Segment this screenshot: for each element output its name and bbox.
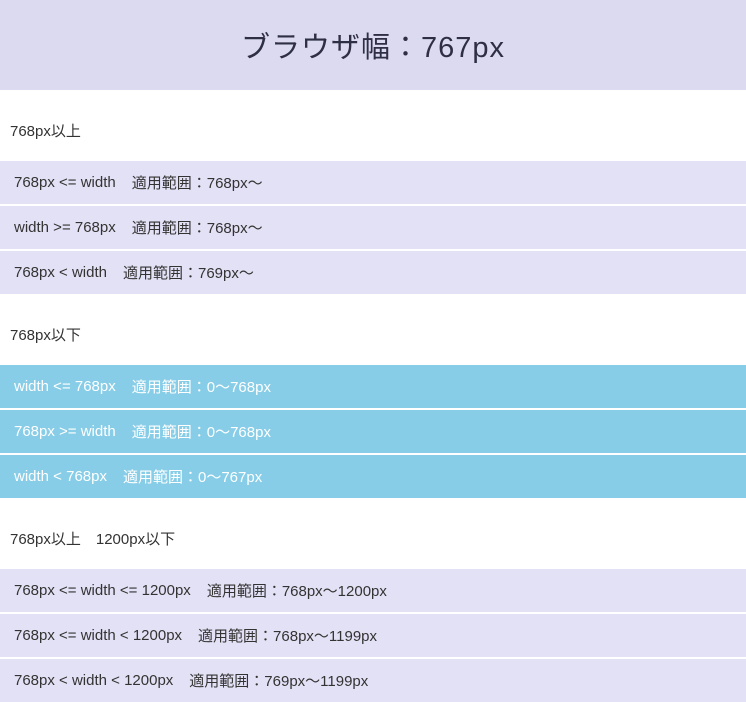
applied-range-label: 適用範囲：0～768px (131, 379, 271, 396)
condition-label: 768px <= width < 1200px (14, 627, 183, 644)
page-header: ブラウザ幅：767px (0, 0, 746, 90)
applied-range-label: 適用範囲：0～767px (122, 469, 263, 486)
media-query-row-active: 768px >= width 適用範囲：0～768px (0, 410, 746, 453)
section-heading: 768px以上 (10, 123, 81, 140)
applied-range-label: 適用範囲：768px～1199px (198, 628, 378, 645)
media-query-row: 768px < width < 1200px 適用範囲：769px～1199px (0, 659, 746, 702)
section-max-width: 768px以下 width <= 768px 適用範囲：0～768px 768p… (0, 324, 746, 498)
media-query-row: 768px <= width <= 1200px 適用範囲：768px～1200… (0, 569, 746, 612)
applied-range-label: 適用範囲：0～768px (131, 424, 271, 441)
section-heading: 768px以上 1200px以下 (10, 531, 176, 548)
condition-label: 768px < width < 1200px (14, 672, 174, 689)
applied-range-label: 適用範囲：768px～ (131, 220, 263, 237)
media-query-row: 768px <= width 適用範囲：768px～ (0, 161, 746, 204)
condition-label: width >= 768px (14, 219, 116, 236)
condition-label: 768px <= width <= 1200px (14, 582, 191, 599)
section-range-width: 768px以上 1200px以下 768px <= width <= 1200p… (0, 528, 746, 702)
condition-label: 768px < width (14, 264, 107, 281)
applied-range-label: 適用範囲：768px～1200px (206, 583, 387, 600)
condition-label: width < 768px (14, 468, 107, 485)
condition-label: width <= 768px (14, 378, 116, 395)
browser-width-title: ブラウザ幅：767px (240, 32, 505, 64)
media-query-row: 768px < width 適用範囲：769px～ (0, 251, 746, 294)
media-query-row: width >= 768px 適用範囲：768px～ (0, 206, 746, 249)
media-query-row-active: width < 768px 適用範囲：0～767px (0, 455, 746, 498)
condition-label: 768px <= width (14, 174, 116, 191)
media-query-row-active: width <= 768px 適用範囲：0～768px (0, 365, 746, 408)
applied-range-label: 適用範囲：769px～1199px (189, 673, 369, 690)
applied-range-label: 適用範囲：769px～ (122, 265, 254, 282)
media-query-row: 768px <= width < 1200px 適用範囲：768px～1199p… (0, 614, 746, 657)
breakpoint-list: 768px以上 768px <= width 適用範囲：768px～ width… (0, 120, 746, 702)
section-min-width: 768px以上 768px <= width 適用範囲：768px～ width… (0, 120, 746, 294)
condition-label: 768px >= width (14, 423, 116, 440)
applied-range-label: 適用範囲：768px～ (131, 175, 263, 192)
section-heading: 768px以下 (10, 327, 81, 344)
